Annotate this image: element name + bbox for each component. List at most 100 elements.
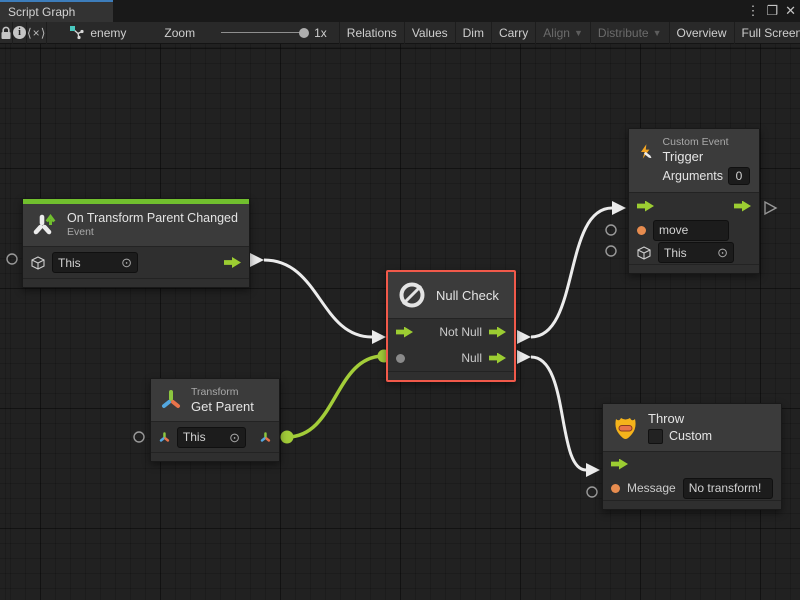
- node-footer: [151, 452, 279, 461]
- arguments-field[interactable]: 0: [728, 167, 750, 185]
- dim-button[interactable]: Dim: [456, 22, 491, 44]
- node-title: Null Check: [436, 288, 499, 303]
- values-button[interactable]: Values: [405, 22, 455, 44]
- info-button[interactable]: i: [13, 22, 26, 44]
- custom-event-icon: [638, 138, 654, 166]
- control-input-port[interactable]: [611, 459, 628, 470]
- node-throw[interactable]: Throw Custom Message No transform!: [602, 403, 782, 510]
- menu-icon[interactable]: ⋮: [746, 0, 759, 22]
- node-footer: [388, 371, 514, 380]
- lock-button[interactable]: [0, 22, 12, 44]
- chevron-down-icon: ▼: [653, 28, 662, 38]
- target-field[interactable]: This ⊙: [177, 427, 246, 448]
- arguments-label: Arguments: [663, 169, 723, 184]
- port-circle[interactable]: [7, 254, 17, 264]
- code-icon: ⟨×⟩: [27, 26, 46, 40]
- not-null-output-port[interactable]: [489, 327, 506, 338]
- message-label: Message: [627, 481, 676, 495]
- lock-icon: [0, 26, 12, 40]
- control-input-port[interactable]: [396, 327, 413, 338]
- string-port[interactable]: [637, 226, 646, 235]
- null-check-icon: [397, 280, 427, 310]
- wire-null-to-throw[interactable]: [531, 357, 586, 470]
- node-get-parent[interactable]: Transform Get Parent This ⊙: [150, 378, 280, 462]
- fullscreen-button[interactable]: Full Screen: [735, 22, 800, 44]
- node-title: Throw: [648, 411, 712, 426]
- control-output-port[interactable]: [734, 201, 751, 212]
- graph-reference[interactable]: enemy: [69, 25, 126, 40]
- graph-icon: [69, 25, 84, 40]
- window-buttons: ⋮ ❐ ✕: [746, 0, 796, 22]
- align-button[interactable]: Align▼: [536, 22, 590, 44]
- node-title: Trigger: [663, 149, 750, 164]
- distribute-button[interactable]: Distribute▼: [591, 22, 669, 44]
- node-null-check[interactable]: Null Check Not Null Null: [386, 270, 516, 382]
- string-port[interactable]: [611, 484, 620, 493]
- node-title: On Transform Parent Changed: [67, 211, 238, 226]
- throw-icon: [612, 414, 639, 442]
- graph-canvas[interactable]: On Transform Parent Changed Event This ⊙: [0, 44, 800, 600]
- overview-button[interactable]: Overview: [670, 22, 734, 44]
- tab-script-graph[interactable]: Script Graph: [0, 0, 113, 22]
- transform-output-port[interactable]: [260, 431, 271, 444]
- close-icon[interactable]: ✕: [785, 0, 796, 22]
- port-circle[interactable]: [587, 487, 597, 497]
- port-label: Not Null: [439, 325, 482, 339]
- wire-getparent-to-nullcheck[interactable]: [287, 356, 384, 437]
- toolbar-buttons: Relations Values Dim Carry Align▼ Distri…: [339, 22, 800, 44]
- event-name-field[interactable]: move: [653, 220, 729, 241]
- tab-title: Script Graph: [8, 5, 75, 19]
- code-view-button[interactable]: ⟨×⟩: [27, 22, 46, 44]
- port-circle[interactable]: [606, 225, 616, 235]
- control-output-port[interactable]: [224, 257, 241, 268]
- wire-end-arrow: [612, 201, 626, 215]
- wire-end-arrow: [372, 330, 386, 344]
- zoom-slider-thumb[interactable]: [299, 28, 309, 38]
- target-field[interactable]: This ⊙: [52, 252, 138, 273]
- wire-notnull-to-trigger[interactable]: [531, 208, 612, 337]
- graph-name: enemy: [90, 26, 126, 40]
- zoom-label: Zoom: [164, 26, 195, 40]
- node-type-label: Transform: [191, 386, 254, 399]
- transform-icon: [160, 389, 182, 411]
- node-footer: [23, 278, 249, 287]
- node-on-transform-parent-changed[interactable]: On Transform Parent Changed Event This ⊙: [22, 198, 250, 288]
- node-footer: [629, 264, 759, 273]
- node-type-label: Custom Event: [663, 136, 750, 149]
- graph-toolbar: i ⟨×⟩ enemy Zoom 1x Relations: [0, 22, 800, 44]
- target-icon[interactable]: ⊙: [717, 246, 728, 259]
- node-custom-event-trigger[interactable]: Custom Event Trigger Arguments 0: [628, 128, 760, 274]
- transform-port-icon[interactable]: [159, 431, 170, 444]
- custom-label: Custom: [669, 429, 712, 444]
- message-field[interactable]: No transform!: [683, 478, 773, 499]
- control-input-port[interactable]: [637, 201, 654, 212]
- port-circle[interactable]: [606, 246, 616, 256]
- zoom-value: 1x: [314, 26, 327, 40]
- wire-end-arrow: [586, 463, 600, 477]
- maximize-icon[interactable]: ❐: [766, 0, 778, 22]
- target-icon[interactable]: ⊙: [229, 431, 240, 444]
- chevron-down-icon: ▼: [574, 28, 583, 38]
- relations-button[interactable]: Relations: [340, 22, 404, 44]
- zoom-slider[interactable]: [221, 32, 305, 33]
- custom-checkbox[interactable]: [648, 429, 663, 444]
- port-label: Null: [461, 351, 482, 365]
- target-icon[interactable]: ⊙: [121, 256, 132, 269]
- unity-visual-scripting-window: Script Graph ⋮ ❐ ✕ i ⟨×⟩: [0, 0, 800, 600]
- wire-source-dot: [281, 431, 294, 444]
- info-icon: i: [13, 26, 26, 39]
- wire-source-arrow: [517, 350, 531, 364]
- wire-event-to-nullcheck[interactable]: [264, 260, 372, 337]
- node-subtitle: Event: [67, 226, 238, 239]
- zoom-control: Zoom 1x: [164, 26, 326, 40]
- value-input-port[interactable]: [396, 354, 405, 363]
- cube-icon: [637, 246, 651, 260]
- null-output-port[interactable]: [489, 353, 506, 364]
- carry-button[interactable]: Carry: [492, 22, 535, 44]
- port-triangle[interactable]: [765, 202, 776, 214]
- target-field[interactable]: This ⊙: [658, 242, 734, 263]
- node-footer: [603, 500, 781, 509]
- wire-source-arrow: [250, 253, 264, 267]
- wire-source-arrow: [517, 330, 531, 344]
- port-circle[interactable]: [134, 432, 144, 442]
